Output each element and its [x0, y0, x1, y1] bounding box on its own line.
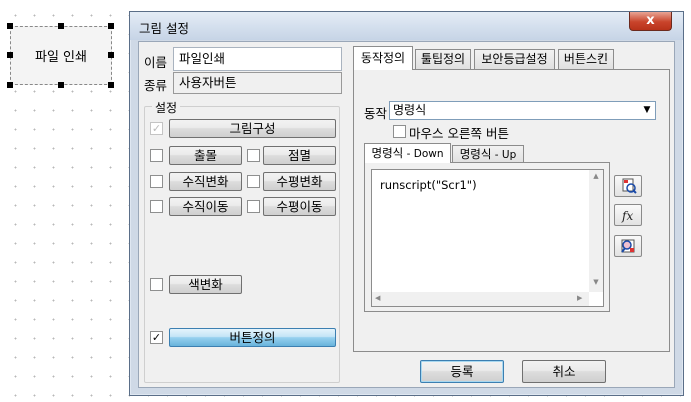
hscale-button[interactable]: 수평변화 [263, 172, 336, 191]
resize-handle-top-right[interactable] [108, 23, 114, 29]
button-def-checkbox[interactable]: ✓ [150, 331, 163, 344]
resize-handle-left[interactable] [7, 52, 13, 58]
name-field[interactable]: 파일인쇄 [173, 47, 342, 71]
hscale-checkbox[interactable] [247, 175, 260, 188]
svg-text:fx: fx [621, 209, 633, 223]
subtab-down-main: 명령식 [371, 146, 404, 160]
scroll-down-icon[interactable]: ▼ [589, 278, 603, 286]
script-edit-button[interactable] [614, 175, 642, 197]
vertical-scrollbar[interactable]: ▲ ▼ [589, 170, 603, 292]
dialog-client-area: 이름 파일인쇄 종류 사용자버튼 설정 ✓ 그림구성 출몰 점멸 수직변화 수평… [138, 41, 675, 388]
subtab-up-main: 명령식 [459, 147, 492, 161]
subtab-up-suffix: - Up [491, 149, 517, 161]
button-def-button[interactable]: 버튼정의 [169, 328, 336, 347]
chevron-down-icon: ▼ [643, 105, 651, 115]
scroll-left-icon[interactable]: ◀ [375, 294, 380, 302]
compose-checkbox: ✓ [150, 122, 163, 135]
resize-handle-top[interactable] [58, 23, 64, 29]
resize-handle-bottom-left[interactable] [7, 82, 13, 88]
subtab-command-down[interactable]: 명령식 - Down [364, 143, 451, 163]
right-click-checkbox[interactable] [393, 125, 406, 138]
resize-handle-top-left[interactable] [7, 23, 13, 29]
resize-handle-bottom-right[interactable] [108, 82, 114, 88]
find-object-icon [621, 239, 635, 253]
script-edit-icon [622, 178, 637, 194]
close-button[interactable]: x [629, 12, 672, 31]
vmove-checkbox[interactable] [150, 200, 163, 213]
action-label: 동작 [364, 106, 388, 121]
type-label: 종류 [144, 78, 168, 93]
right-click-label: 마우스 오른쪽 버튼 [409, 126, 509, 141]
subtab-command-up[interactable]: 명령식 - Up [452, 145, 524, 163]
function-icon: fx [621, 209, 633, 223]
tab-action[interactable]: 동작정의 [353, 46, 413, 70]
hmove-checkbox[interactable] [247, 200, 260, 213]
dialog-title: 그림 설정 [139, 21, 189, 36]
blink-checkbox[interactable] [150, 149, 163, 162]
tab-security[interactable]: 보안등급설정 [474, 49, 555, 69]
action-select[interactable]: 명령식 ▼ [389, 101, 656, 120]
tab-button-skin[interactable]: 버튼스킨 [558, 49, 614, 69]
flash-button[interactable]: 점멸 [263, 146, 336, 165]
script-text[interactable]: runscript("Scr1") [380, 178, 477, 192]
name-label: 이름 [144, 55, 168, 70]
scroll-right-icon[interactable]: ▶ [577, 294, 582, 302]
hmove-button[interactable]: 수평이동 [263, 197, 336, 216]
vmove-button[interactable]: 수직이동 [169, 197, 242, 216]
settings-group-label: 설정 [152, 99, 181, 116]
cancel-button[interactable]: 취소 [522, 360, 606, 383]
flash-checkbox[interactable] [247, 149, 260, 162]
find-object-button[interactable] [614, 235, 642, 257]
horizontal-scrollbar[interactable]: ◀ ▶ [372, 292, 589, 306]
selected-shape-button[interactable]: 파일 인쇄 [10, 26, 112, 85]
dialog-titlebar[interactable]: 그림 설정 x [130, 12, 683, 40]
close-icon: x [646, 13, 655, 28]
script-editor[interactable]: runscript("Scr1") ▲ ▼ ◀ ▶ [371, 169, 604, 307]
scroll-up-icon[interactable]: ▲ [589, 172, 603, 180]
function-button[interactable]: fx [614, 204, 642, 226]
tab-tooltip[interactable]: 툴팁정의 [415, 49, 471, 69]
subtab-down-suffix: - Down [403, 148, 444, 160]
vscale-checkbox[interactable] [150, 175, 163, 188]
color-checkbox[interactable] [150, 278, 163, 291]
compose-button[interactable]: 그림구성 [169, 119, 336, 138]
resize-handle-bottom[interactable] [58, 82, 64, 88]
resize-handle-right[interactable] [108, 52, 114, 58]
type-field: 사용자버튼 [173, 72, 342, 94]
action-select-value: 명령식 [393, 103, 427, 117]
shape-label: 파일 인쇄 [35, 50, 87, 65]
picture-settings-dialog: 그림 설정 x 이름 파일인쇄 종류 사용자버튼 설정 ✓ 그림구성 출몰 점멸… [129, 11, 684, 396]
color-button[interactable]: 색변화 [169, 275, 242, 294]
ok-button[interactable]: 등록 [420, 360, 504, 383]
vscale-button[interactable]: 수직변화 [169, 172, 242, 191]
blink-button[interactable]: 출몰 [169, 146, 242, 165]
